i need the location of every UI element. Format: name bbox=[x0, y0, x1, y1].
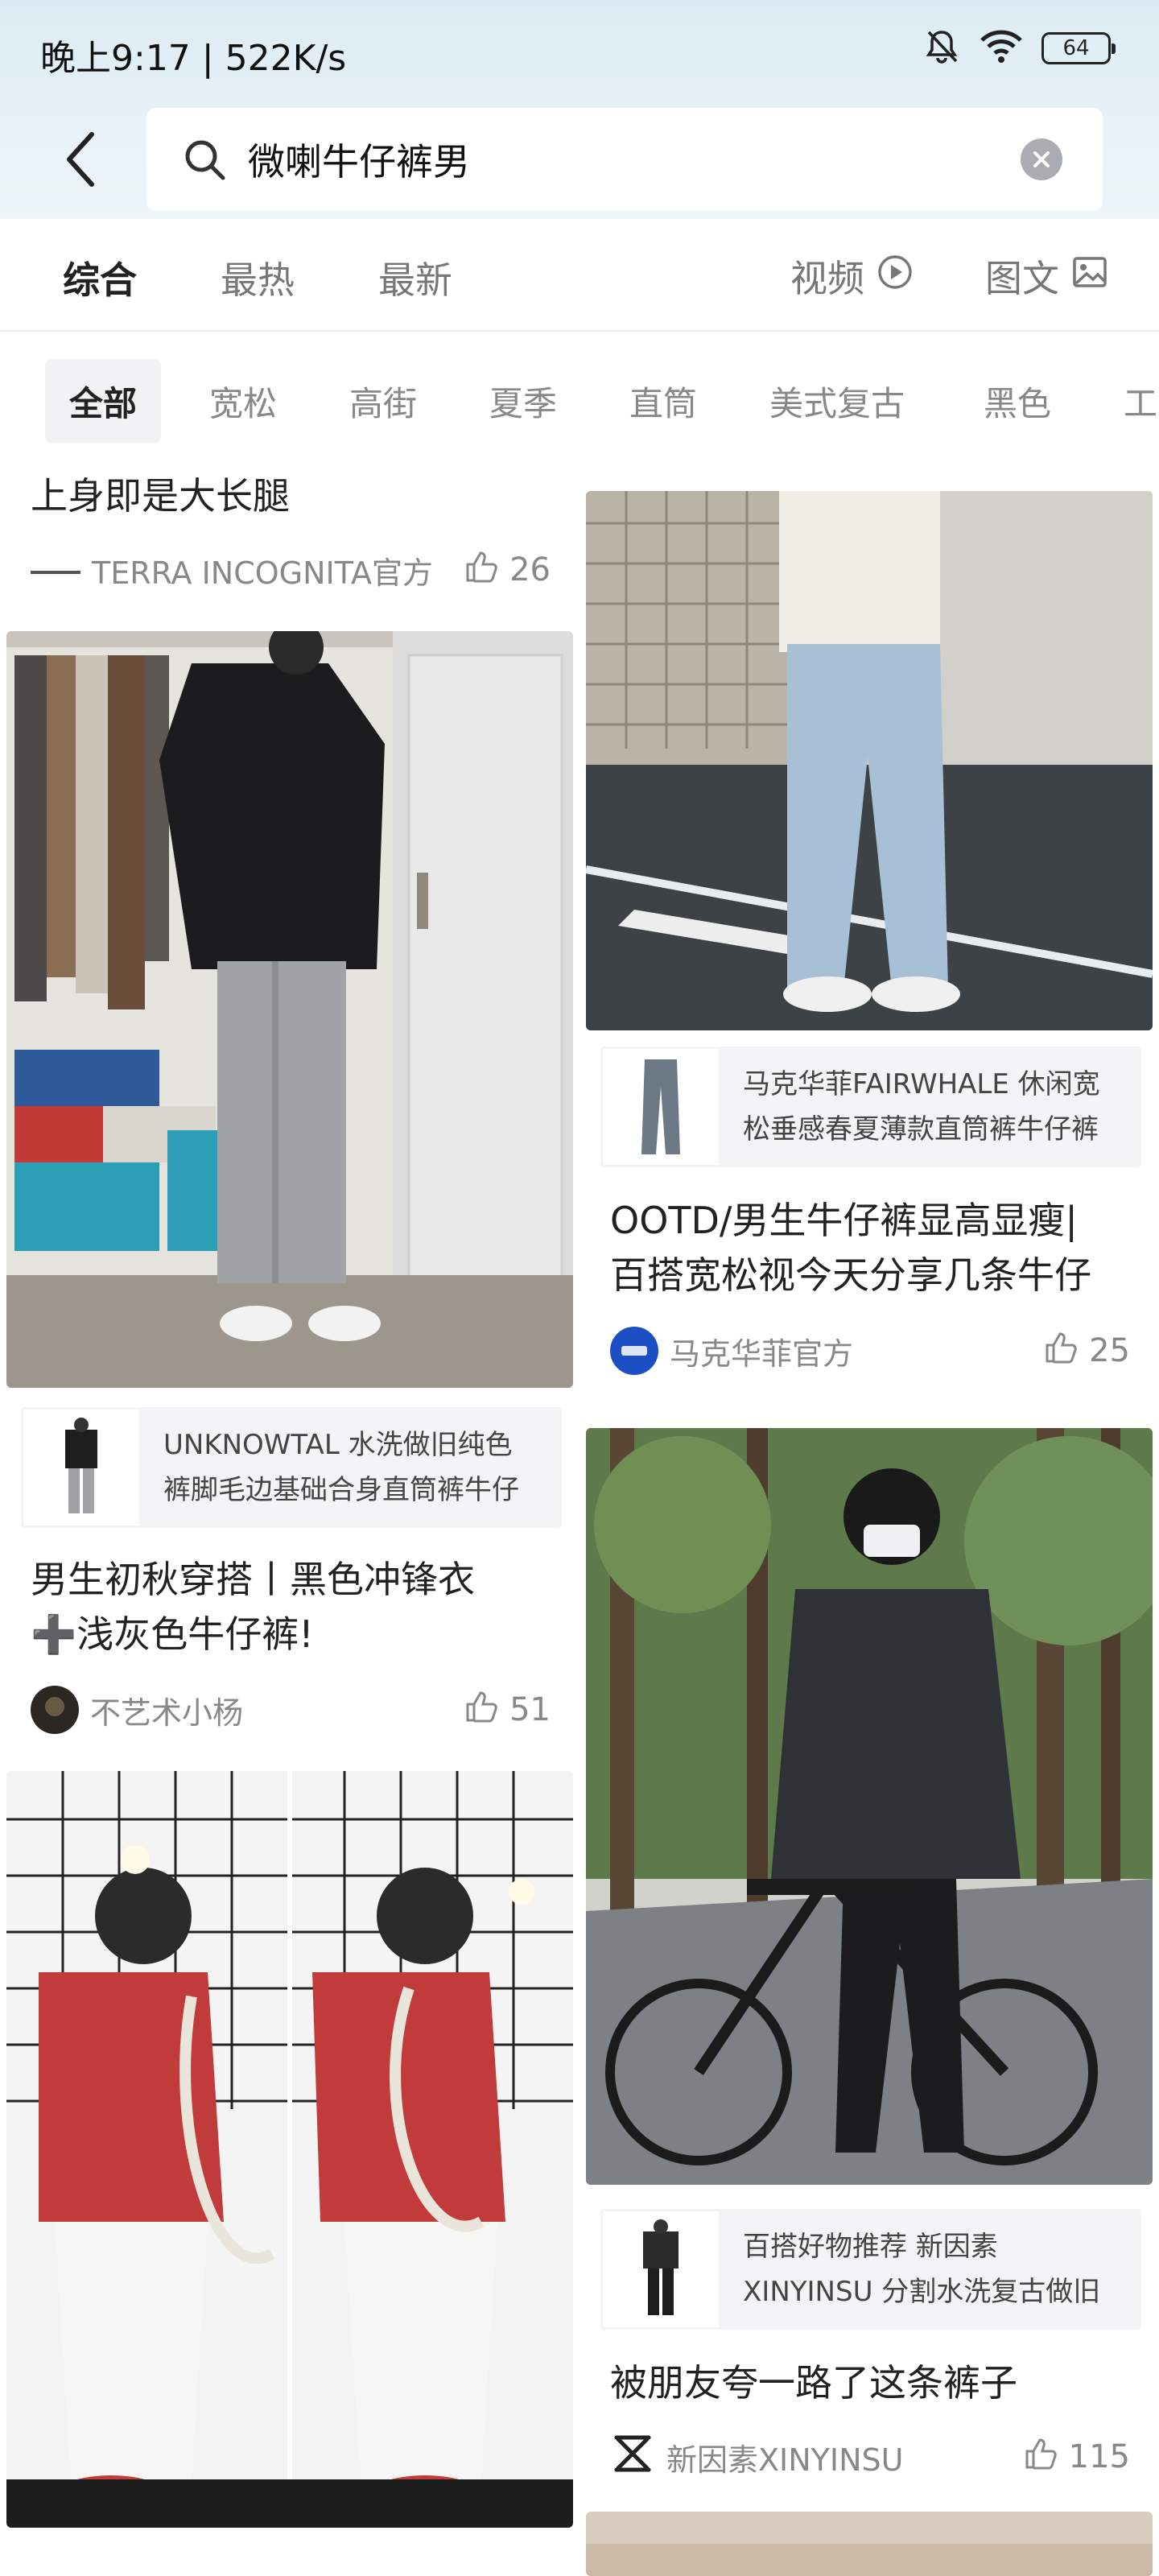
post-title-line1: OOTD/男生牛仔裤显高显瘦| bbox=[610, 1199, 1078, 1242]
post-author[interactable]: 不艺术小杨 bbox=[31, 1686, 243, 1734]
post-feed: 上身即是大长腿 TERRA INCOGNITA官方 26 UNKNOWTAL 水… bbox=[0, 467, 1159, 2576]
product-thumbnail bbox=[23, 1410, 139, 1525]
author-name: TERRA INCOGNITA官方 bbox=[92, 555, 433, 591]
search-icon bbox=[180, 135, 229, 184]
like-count: 26 bbox=[509, 551, 551, 588]
like-button[interactable]: 26 bbox=[464, 548, 551, 592]
tab-image-text-label: 图文 bbox=[985, 257, 1059, 300]
post-meta: 不艺术小杨 51 bbox=[31, 1686, 551, 1734]
thumbs-up-icon bbox=[1024, 2435, 1059, 2479]
avatar bbox=[31, 1686, 79, 1734]
product-thumbnail bbox=[603, 1049, 719, 1165]
battery-icon: 64 bbox=[1041, 32, 1116, 64]
post-author[interactable]: 新因素XINYINSU bbox=[610, 2431, 903, 2483]
clear-icon[interactable] bbox=[1021, 138, 1062, 180]
thumbs-up-icon bbox=[464, 1688, 500, 1732]
post-title: 上身即是大长腿 bbox=[31, 474, 290, 518]
product-card[interactable]: UNKNOWTAL 水洗做旧纯色 裤脚毛边基础合身直筒裤牛仔 bbox=[21, 1407, 562, 1528]
post-meta: 新因素XINYINSU 115 bbox=[610, 2433, 1130, 2481]
tab-comprehensive[interactable]: 综合 bbox=[63, 251, 137, 304]
tab-video[interactable]: 视频 bbox=[790, 250, 914, 303]
product-title: 马克华菲FAIRWHALE 休闲宽 松垂感春夏薄款直筒裤牛仔裤 bbox=[743, 1068, 1100, 1146]
like-button[interactable]: 115 bbox=[1024, 2435, 1130, 2479]
product-title: 百搭好物推荐 新因素 XINYINSU 分割水洗复古做旧 bbox=[743, 2231, 1101, 2308]
post-author[interactable]: 马克华菲官方 bbox=[610, 1327, 853, 1375]
post-title-line2: 百搭宽松视今天分享几条牛仔 bbox=[610, 1253, 1091, 1297]
post-author[interactable]: TERRA INCOGNITA官方 bbox=[31, 548, 433, 592]
post-title-line1: 男生初秋穿搭丨黑色冲锋衣 bbox=[31, 1558, 475, 1601]
sort-tabs: 综合 最热 最新 视频 图文 bbox=[0, 219, 1159, 332]
like-count: 25 bbox=[1089, 1332, 1130, 1369]
post-photo[interactable] bbox=[586, 491, 1153, 1030]
chip-high-street[interactable]: 高街 bbox=[325, 359, 441, 443]
post-photo-next[interactable] bbox=[586, 2512, 1153, 2576]
filter-chips: 全部 宽松 高街 夏季 直筒 美式复古 黑色 工 bbox=[0, 332, 1159, 467]
search-input[interactable]: 微喇牛仔裤男 bbox=[248, 133, 1021, 186]
status-time: 晚上9:17 | 522K/s bbox=[40, 38, 347, 79]
product-title: UNKNOWTAL 水洗做旧纯色 裤脚毛边基础合身直筒裤牛仔 bbox=[163, 1429, 519, 1506]
status-icons: 64 bbox=[922, 27, 1116, 69]
chip-loose[interactable]: 宽松 bbox=[185, 359, 301, 443]
author-name: 不艺术小杨 bbox=[90, 1695, 244, 1731]
chip-all[interactable]: 全部 bbox=[45, 359, 162, 443]
play-circle-icon bbox=[876, 253, 914, 300]
product-card[interactable]: 百搭好物推荐 新因素 XINYINSU 分割水洗复古做旧 bbox=[600, 2209, 1141, 2330]
chip-american-vintage[interactable]: 美式复古 bbox=[745, 359, 929, 443]
like-count: 51 bbox=[509, 1691, 551, 1728]
tab-newest[interactable]: 最新 bbox=[378, 251, 452, 304]
tab-image-text[interactable]: 图文 bbox=[985, 250, 1109, 303]
brand-logo-icon bbox=[610, 2431, 655, 2483]
thumbs-up-icon bbox=[464, 548, 500, 592]
product-card[interactable]: 马克华菲FAIRWHALE 休闲宽 松垂感春夏薄款直筒裤牛仔裤 bbox=[600, 1046, 1141, 1167]
tab-hottest[interactable]: 最热 bbox=[221, 251, 295, 304]
brand-avatar bbox=[610, 1327, 658, 1375]
brand-logo-icon bbox=[31, 552, 80, 588]
like-button[interactable]: 25 bbox=[1044, 1329, 1130, 1373]
author-name: 新因素XINYINSU bbox=[666, 2442, 904, 2478]
post-meta: TERRA INCOGNITA官方 26 bbox=[31, 546, 551, 594]
back-arrow-icon bbox=[67, 132, 94, 187]
post-photo[interactable] bbox=[6, 1771, 573, 2528]
image-icon bbox=[1070, 253, 1109, 300]
post-photo[interactable] bbox=[586, 1428, 1153, 2185]
author-name: 马克华菲官方 bbox=[670, 1335, 854, 1372]
chip-straight[interactable]: 直筒 bbox=[605, 359, 721, 443]
search-box[interactable]: 微喇牛仔裤男 bbox=[146, 108, 1103, 211]
chip-black[interactable]: 黑色 bbox=[959, 359, 1075, 443]
tab-video-label: 视频 bbox=[790, 257, 864, 300]
back-button[interactable] bbox=[56, 129, 105, 190]
post-title-line2: ➕浅灰色牛仔裤! bbox=[31, 1612, 314, 1656]
product-thumbnail bbox=[603, 2211, 719, 2327]
top-bar: 晚上9:17 | 522K/s 64 微喇牛仔裤男 bbox=[0, 0, 1159, 219]
chip-work[interactable]: 工 bbox=[1099, 359, 1159, 443]
post-meta: 马克华菲官方 25 bbox=[610, 1327, 1130, 1375]
thumbs-up-icon bbox=[1044, 1329, 1079, 1373]
post-title: 被朋友夸一路了这条裤子 bbox=[610, 2361, 1017, 2405]
like-button[interactable]: 51 bbox=[464, 1688, 551, 1732]
battery-level: 64 bbox=[1062, 36, 1090, 60]
mute-bell-icon bbox=[922, 27, 961, 69]
like-count: 115 bbox=[1068, 2438, 1130, 2475]
post-photo[interactable] bbox=[6, 631, 573, 1388]
wifi-icon bbox=[979, 29, 1024, 68]
chip-summer[interactable]: 夏季 bbox=[465, 359, 581, 443]
